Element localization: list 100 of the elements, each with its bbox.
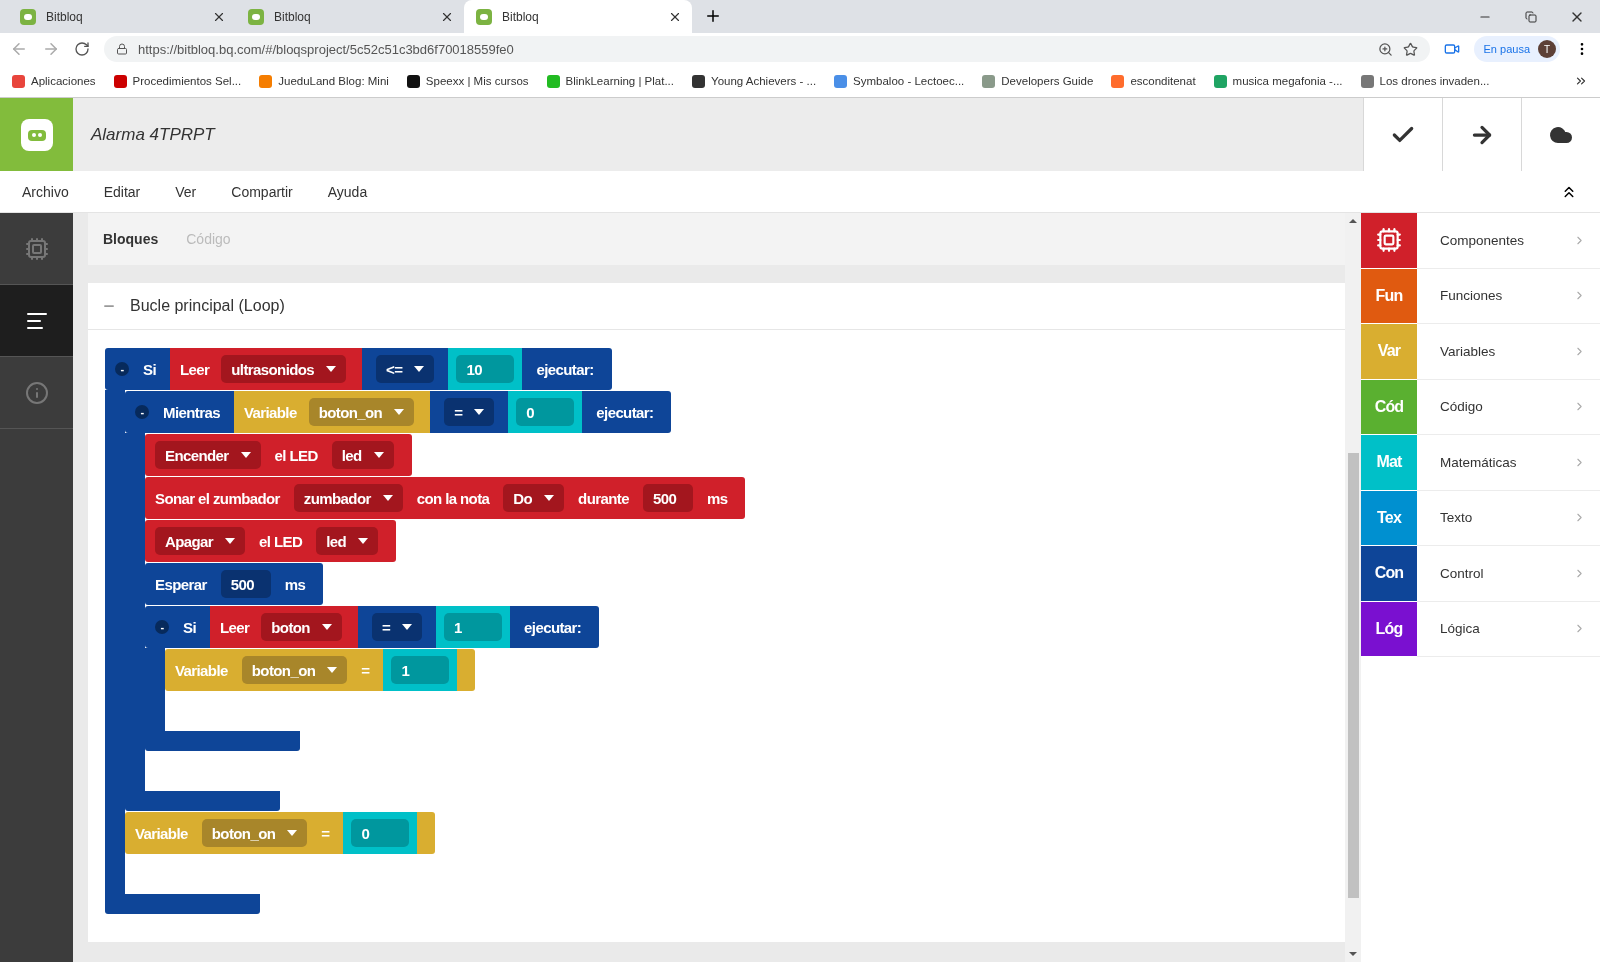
- palette-item[interactable]: Lóg Lógica: [1361, 601, 1600, 657]
- bookmark-link[interactable]: Symbaloo - Lectoec...: [853, 75, 965, 87]
- category-badge: Con: [1361, 546, 1417, 602]
- number-block[interactable]: 10: [448, 348, 523, 390]
- block-dropdown[interactable]: <=: [376, 355, 435, 383]
- collapse-toggle[interactable]: -: [155, 620, 169, 634]
- more-bookmarks-icon[interactable]: [1574, 74, 1588, 88]
- block-label: ms: [706, 489, 728, 507]
- bookmark-link[interactable]: esconditenat: [1130, 75, 1196, 87]
- block-dropdown[interactable]: boton: [261, 613, 342, 641]
- star-icon[interactable]: [1402, 41, 1418, 57]
- statement-block[interactable]: Sonar el zumbador zumbador con la nota Do durante 500 ms: [145, 477, 746, 519]
- menu-item[interactable]: Ver: [175, 183, 197, 200]
- bookmark-link[interactable]: JueduLand Blog: Mini: [278, 75, 389, 87]
- number-field[interactable]: 500: [220, 570, 271, 598]
- block-header[interactable]: - Si Leer boton = 1 ejecutar:: [145, 606, 600, 648]
- block-dropdown[interactable]: Do: [503, 484, 565, 512]
- number-block[interactable]: 1: [383, 649, 458, 691]
- block-dropdown[interactable]: =: [371, 613, 423, 641]
- statement-block[interactable]: Apagar el LED led: [145, 520, 397, 562]
- palette-item[interactable]: Componentes: [1361, 213, 1600, 269]
- category-label: Control: [1440, 565, 1484, 581]
- statement-block[interactable]: Esperar 500 ms: [145, 563, 324, 605]
- palette-item[interactable]: Con Control: [1361, 546, 1600, 602]
- category-badge: Fun: [1361, 268, 1417, 324]
- number-field[interactable]: 0: [351, 819, 410, 847]
- bookmark-link[interactable]: Developers Guide: [1001, 75, 1094, 87]
- collapse-toggle[interactable]: -: [135, 405, 149, 419]
- reload-icon[interactable]: [74, 41, 90, 57]
- block-dropdown[interactable]: Encender: [155, 441, 261, 469]
- block-dropdown[interactable]: led: [316, 527, 379, 555]
- block-label: =: [361, 661, 370, 679]
- bookmark-link[interactable]: musica megafonia -...: [1232, 75, 1343, 87]
- browser-tab[interactable]: Bitbloq: [464, 0, 692, 33]
- view-tab[interactable]: Bloques: [103, 231, 159, 247]
- block-label: Variable: [135, 824, 188, 842]
- block-label: ms: [284, 575, 306, 593]
- restore-icon[interactable]: [1525, 10, 1537, 23]
- palette-item[interactable]: Var Variables: [1361, 324, 1600, 380]
- palette-item[interactable]: Fun Funciones: [1361, 268, 1600, 324]
- category-label: Matemáticas: [1440, 454, 1517, 470]
- video-icon[interactable]: [1443, 41, 1460, 57]
- block-dropdown[interactable]: zumbador: [293, 484, 403, 512]
- bookmark-link[interactable]: Young Achievers - ...: [711, 75, 817, 87]
- bookmark-link[interactable]: Procedimientos Sel...: [132, 75, 242, 87]
- number-field[interactable]: 10: [456, 355, 515, 383]
- info-icon: [24, 380, 49, 405]
- menu-item[interactable]: Compartir: [231, 183, 293, 200]
- statement-block[interactable]: Variable boton_on = 0: [125, 812, 436, 854]
- category-badge: Tex: [1361, 490, 1417, 546]
- block-header[interactable]: - Si Leer ultrasonidos <= 10 ejecutar:: [105, 348, 612, 390]
- menu-item[interactable]: Archivo: [22, 183, 69, 200]
- block-dropdown[interactable]: Apagar: [155, 527, 246, 555]
- bookmark-link[interactable]: Speexx | Mis cursos: [425, 75, 529, 87]
- avatar: T: [1538, 40, 1556, 58]
- tab-title: Bitbloq: [502, 9, 540, 24]
- browser-tab[interactable]: Bitbloq: [8, 0, 236, 33]
- number-field[interactable]: 1: [391, 656, 450, 684]
- palette-item[interactable]: Mat Matemáticas: [1361, 435, 1600, 491]
- block-dropdown[interactable]: led: [331, 441, 394, 469]
- new-tab-icon[interactable]: [704, 7, 722, 25]
- bookmark-link[interactable]: Aplicaciones: [31, 75, 96, 87]
- number-block[interactable]: 0: [508, 391, 583, 433]
- block-label: el LED: [259, 532, 303, 550]
- menu-item[interactable]: Ayuda: [327, 183, 368, 200]
- category-label: Lógica: [1440, 621, 1480, 637]
- address-field[interactable]: https://bitbloq.bq.com/#/bloqsproject/5c52c51c3bd6f70018559fe0: [104, 36, 1430, 62]
- section-title: Bucle principal (Loop): [130, 297, 285, 315]
- collapse-toggle[interactable]: -: [115, 362, 129, 376]
- cloud-button[interactable]: [1521, 98, 1600, 171]
- statement-block[interactable]: Encender el LED led: [145, 434, 412, 476]
- block-label: Esperar: [155, 575, 207, 593]
- url-text: https://bitbloq.bq.com/#/bloqsproject/5c52c51c3bd6f70018559fe0: [138, 41, 515, 57]
- bookmark-link[interactable]: BlinkLearning | Plat...: [565, 75, 674, 87]
- palette-item[interactable]: Tex Texto: [1361, 490, 1600, 546]
- project-title[interactable]: Alarma 4TPRPT: [91, 124, 215, 145]
- value-block[interactable]: Leer ultrasonidos: [170, 348, 363, 390]
- category-badge: Cód: [1361, 379, 1417, 435]
- palette-item[interactable]: Cód Código: [1361, 379, 1600, 435]
- statement-block[interactable]: Variable boton_on = 1: [165, 649, 476, 691]
- number-block[interactable]: 0: [343, 812, 418, 854]
- bookmark-link[interactable]: Los drones invaden...: [1379, 75, 1490, 87]
- block-dropdown[interactable]: ultrasonidos: [221, 355, 347, 383]
- zoom-icon[interactable]: [1377, 41, 1393, 57]
- menu-item[interactable]: Editar: [103, 183, 141, 200]
- number-field[interactable]: 500: [642, 484, 693, 512]
- number-field[interactable]: 0: [516, 398, 575, 426]
- block-dropdown[interactable]: =: [444, 398, 495, 426]
- block-header[interactable]: - Mientras Variable boton_on = 0 ejecutar:: [125, 391, 672, 433]
- profile-button[interactable]: En pausa T: [1473, 36, 1560, 62]
- tab-title: Bitbloq: [274, 9, 312, 24]
- value-block[interactable]: Leer boton: [210, 606, 358, 648]
- number-field[interactable]: 1: [444, 613, 503, 641]
- block-label: ejecutar:: [536, 360, 594, 378]
- block-label: durante: [578, 489, 629, 507]
- number-block[interactable]: 1: [436, 606, 511, 648]
- block-label: Si: [183, 618, 196, 636]
- scrollbar[interactable]: [1345, 213, 1361, 962]
- browser-tab[interactable]: Bitbloq: [236, 0, 464, 33]
- block-label: con la nota: [416, 489, 490, 507]
